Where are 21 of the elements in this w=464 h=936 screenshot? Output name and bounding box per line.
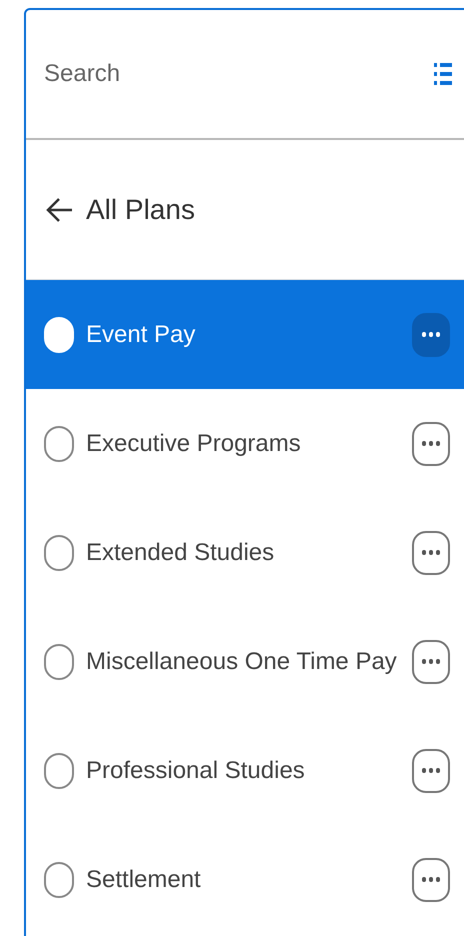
radio-icon[interactable] [44, 426, 74, 462]
plan-label: Professional Studies [86, 756, 306, 786]
radio-icon[interactable] [44, 752, 74, 788]
radio-icon[interactable] [44, 862, 74, 898]
more-options-icon[interactable] [412, 422, 450, 466]
more-options-icon[interactable] [412, 312, 450, 356]
plan-label: Extended Studies [86, 538, 276, 568]
header-title: All Plans [86, 192, 195, 226]
search-field[interactable]: Search [44, 56, 434, 92]
more-options-icon[interactable] [412, 858, 450, 902]
plan-label: Event Pay [86, 320, 196, 350]
more-options-icon[interactable] [412, 748, 450, 792]
plan-label: Executive Programs [86, 428, 302, 458]
plan-item[interactable]: Event Pay [26, 280, 464, 389]
plan-label: Miscellaneous One Time Pay [86, 646, 398, 676]
more-options-icon[interactable] [412, 530, 450, 574]
radio-icon[interactable] [44, 534, 74, 570]
more-options-icon[interactable] [412, 640, 450, 684]
list-icon[interactable] [434, 61, 452, 87]
plan-label: Settlement [86, 864, 202, 894]
radio-icon[interactable] [44, 644, 74, 680]
